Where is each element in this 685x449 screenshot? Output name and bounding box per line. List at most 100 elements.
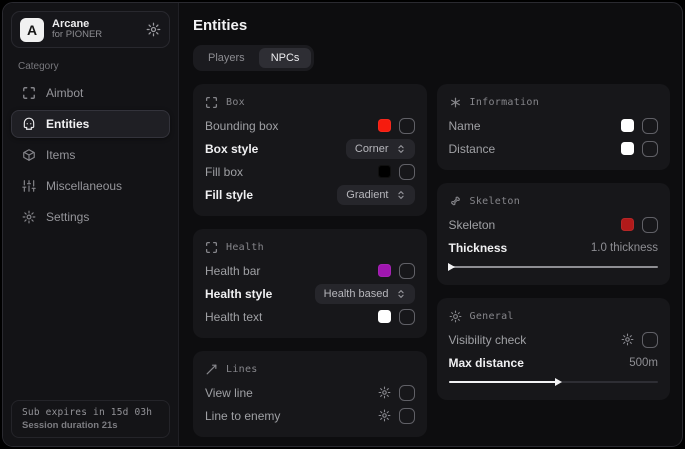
card-general: General Visibility check Max distance [437,298,671,400]
checkbox[interactable] [399,118,415,134]
sidebar-item-aimbot[interactable]: Aimbot [11,79,170,107]
brand-card: A Arcane for PIONER [11,11,170,48]
slider-track [449,266,659,268]
row-label: Bounding box [205,119,278,133]
checkbox[interactable] [399,263,415,279]
row-visibility-check: Visibility check [449,328,659,351]
row-skeleton: Skeleton [449,213,659,236]
sun-icon [449,310,462,323]
sidebar: A Arcane for PIONER Category Aimbot [3,3,179,446]
row-box-style: Box style Corner [205,137,415,160]
color-swatch[interactable] [378,310,391,323]
row-health-bar: Health bar [205,259,415,282]
select-value: Health based [324,288,389,300]
card-lines-header: Lines [205,360,415,381]
checkbox[interactable] [399,408,415,424]
slider-thumb[interactable] [555,378,562,386]
card-title: Skeleton [470,196,521,207]
brand-subtitle: for PIONER [52,30,138,41]
scan-brackets-icon [205,241,218,254]
color-swatch[interactable] [621,218,634,231]
thickness-slider[interactable] [449,262,659,272]
tab-npcs[interactable]: NPCs [259,48,312,68]
sidebar-item-settings[interactable]: Settings [11,203,170,231]
row-settings-gear-icon[interactable] [621,333,634,346]
row-label: Max distance [449,356,524,370]
sliders-icon [22,179,36,193]
row-label: Health text [205,310,262,324]
chevrons-up-down-icon [396,144,406,154]
row-label: Skeleton [449,218,496,232]
sidebar-item-items[interactable]: Items [11,141,170,169]
card-health: Health Health bar Health style Health ba… [193,229,427,338]
thickness-value: 1.0 thickness [591,242,658,254]
row-label: Distance [449,142,496,156]
color-swatch[interactable] [378,119,391,132]
row-label: Thickness [449,241,508,255]
row-line-to-enemy: Line to enemy [205,404,415,427]
sidebar-item-entities[interactable]: Entities [11,110,170,138]
slider-fill [449,381,558,383]
row-distance: Distance [449,137,659,160]
row-label: Visibility check [449,333,527,347]
checkbox[interactable] [399,164,415,180]
select-value: Corner [355,143,389,155]
checkbox[interactable] [642,217,658,233]
main-panel: Entities Players NPCs Box Bounding box [179,3,682,446]
row-settings-gear-icon[interactable] [378,409,391,422]
gear-icon [22,210,36,224]
card-title: Health [226,242,264,253]
sidebar-item-miscellaneous[interactable]: Miscellaneous [11,172,170,200]
row-fill-style: Fill style Gradient [205,183,415,206]
color-swatch[interactable] [621,119,634,132]
row-label: Fill style [205,188,253,202]
tab-players[interactable]: Players [196,48,257,68]
scan-brackets-icon [205,96,218,109]
fill-style-select[interactable]: Gradient [337,185,414,205]
brand-logo: A [20,18,44,42]
row-view-line: View line [205,381,415,404]
checkbox[interactable] [399,385,415,401]
sidebar-item-label: Entities [46,117,89,131]
row-label: Fill box [205,165,243,179]
bone-icon [449,195,462,208]
max-distance-value: 500m [629,357,658,369]
row-bounding-box: Bounding box [205,114,415,137]
row-health-text: Health text [205,305,415,328]
checkbox[interactable] [642,332,658,348]
card-information-header: Information [449,93,659,114]
settings-gear-icon[interactable] [146,22,161,37]
card-health-header: Health [205,238,415,259]
card-skeleton-header: Skeleton [449,192,659,213]
max-distance-slider[interactable] [449,377,659,387]
left-column: Box Bounding box Box style Corner [193,84,427,437]
checkbox[interactable] [642,141,658,157]
color-swatch[interactable] [378,165,391,178]
color-swatch[interactable] [621,142,634,155]
box-style-select[interactable]: Corner [346,139,415,159]
card-information: Information Name Distance [437,84,671,170]
slider-thumb[interactable] [448,263,455,271]
row-name: Name [449,114,659,137]
color-swatch[interactable] [378,264,391,277]
card-lines: Lines View line Line to enemy [193,351,427,437]
skull-icon [22,117,36,131]
checkbox[interactable] [642,118,658,134]
row-label: Box style [205,142,258,156]
row-label: Health bar [205,264,260,278]
card-box-header: Box [205,93,415,114]
sidebar-item-label: Aimbot [46,86,83,100]
brand-text: Arcane for PIONER [52,18,138,42]
page-title: Entities [193,17,670,34]
row-settings-gear-icon[interactable] [378,386,391,399]
right-column: Information Name Distance [437,84,671,400]
row-label: Name [449,119,481,133]
card-skeleton: Skeleton Skeleton Thickness 1.0 thicknes… [437,183,671,285]
cube-icon [22,148,36,162]
sidebar-item-label: Items [46,148,75,162]
subscription-info: Sub expires in 15d 03h Session duration … [11,400,170,438]
checkbox[interactable] [399,309,415,325]
card-general-header: General [449,307,659,328]
row-health-style: Health style Health based [205,282,415,305]
health-style-select[interactable]: Health based [315,284,415,304]
